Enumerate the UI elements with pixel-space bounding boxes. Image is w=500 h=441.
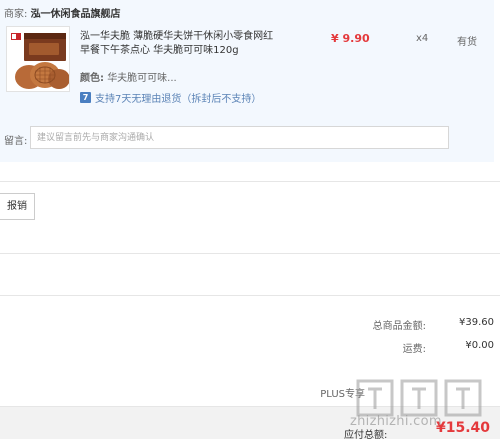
- divider: [0, 181, 500, 182]
- product-price: ¥ 9.90: [331, 32, 370, 45]
- product-quantity: x4: [416, 33, 429, 44]
- return-policy[interactable]: 7 支持7天无理由退货（拆封后不支持）: [80, 90, 261, 105]
- plus-discount-label: PLUS专享: [320, 389, 365, 400]
- return-policy-text: 支持7天无理由退货（拆封后不支持）: [95, 94, 262, 105]
- seven-day-return-icon: 7: [80, 92, 91, 103]
- stock-status: 有货: [457, 37, 477, 48]
- shop-order-panel: 商家: 泓一休闲食品旗舰店 泓一华夫脆 薄脆硬华夫饼干休闲小零食网红早餐下午茶点…: [0, 0, 494, 162]
- waffle-biscuit-image: [7, 27, 69, 91]
- summary-plus-row: PLUS专享: [320, 385, 365, 400]
- invoice-button[interactable]: 报销: [0, 193, 35, 220]
- product-title-link[interactable]: 泓一华夫脆 薄脆硬华夫饼干休闲小零食网红早餐下午茶点心 华夫脆可可味120g: [80, 30, 276, 58]
- goods-total-value: ¥39.60: [459, 317, 494, 328]
- color-label: 颜色:: [80, 73, 104, 84]
- message-label: 留言:: [4, 136, 28, 147]
- freight-label: 运费:: [402, 344, 426, 355]
- total-value: ¥15.40: [436, 420, 491, 436]
- summary-goods-row: 总商品金额: ¥39.60: [306, 317, 494, 332]
- message-input[interactable]: [30, 126, 449, 149]
- shop-name-link[interactable]: 泓一休闲食品旗舰店: [31, 9, 121, 20]
- watermark-text: zhizhizhi.com: [350, 414, 442, 429]
- color-value: 华夫脆可可味...: [107, 73, 177, 84]
- product-thumbnail[interactable]: [6, 26, 70, 92]
- shop-label: 商家:: [4, 9, 28, 20]
- divider: [0, 253, 500, 254]
- goods-total-label: 总商品金额:: [372, 321, 426, 332]
- freight-value: ¥0.00: [465, 340, 494, 351]
- shop-header: 商家: 泓一休闲食品旗舰店: [4, 5, 121, 20]
- summary-freight-row: 运费: ¥0.00: [306, 340, 494, 355]
- divider: [0, 295, 500, 296]
- color-spec: 颜色: 华夫脆可可味...: [80, 69, 177, 84]
